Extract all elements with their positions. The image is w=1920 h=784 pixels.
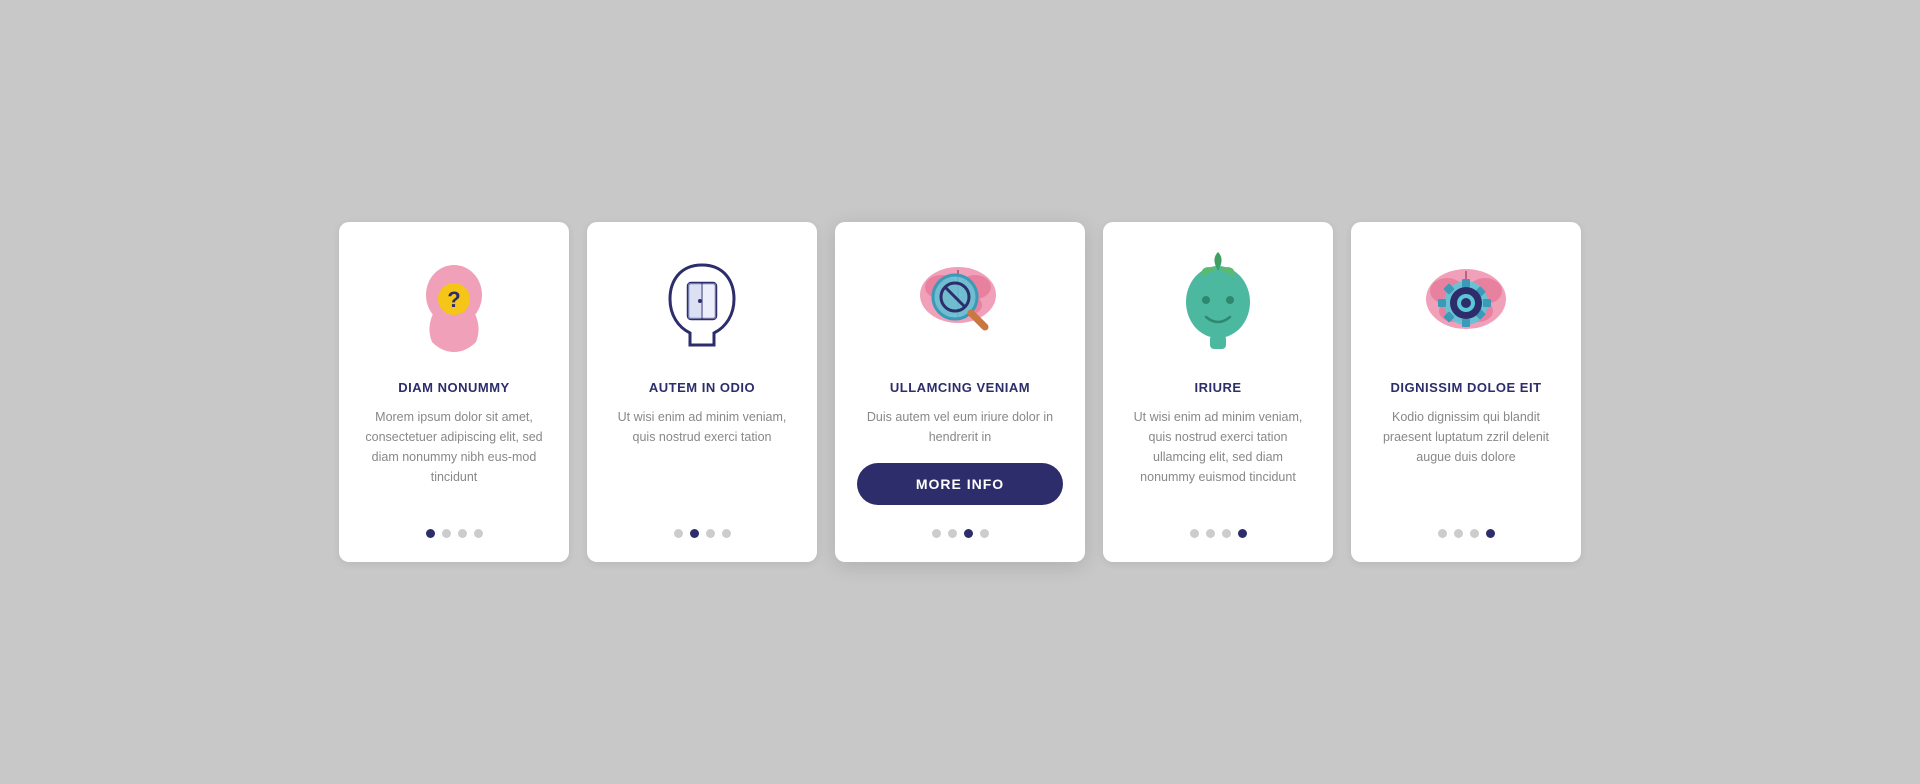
cards-container: ? DIAM NONUMMY Morem ipsum dolor sit ame… [279, 182, 1641, 602]
dot-1 [426, 529, 435, 538]
card-4-text: Ut wisi enim ad minim veniam, quis nostr… [1125, 407, 1311, 509]
card-1-text: Morem ipsum dolor sit amet, consectetuer… [361, 407, 547, 509]
card-1-dots [426, 529, 483, 538]
dot-2 [1206, 529, 1215, 538]
card-1-title: DIAM NONUMMY [398, 380, 509, 395]
card-5-title: DIGNISSIM DOLOE EIT [1390, 380, 1541, 395]
dot-2 [690, 529, 699, 538]
card-2-dots [674, 529, 731, 538]
card-3-icon [905, 252, 1015, 362]
card-2-title: AUTEM IN ODIO [649, 380, 755, 395]
more-info-button[interactable]: MORE INFO [857, 463, 1063, 505]
dot-1 [674, 529, 683, 538]
dot-4 [722, 529, 731, 538]
dot-1 [1190, 529, 1199, 538]
card-3-title: ULLAMCING VENIAM [890, 380, 1030, 395]
dot-3 [1222, 529, 1231, 538]
dot-4 [1238, 529, 1247, 538]
dot-3 [458, 529, 467, 538]
card-5: DIGNISSIM DOLOE EIT Kodio dignissim qui … [1351, 222, 1581, 562]
card-2: AUTEM IN ODIO Ut wisi enim ad minim veni… [587, 222, 817, 562]
card-3: ULLAMCING VENIAM Duis autem vel eum iriu… [835, 222, 1085, 562]
dot-3 [706, 529, 715, 538]
card-2-text: Ut wisi enim ad minim veniam, quis nostr… [609, 407, 795, 509]
card-1-icon: ? [399, 252, 509, 362]
dot-2 [442, 529, 451, 538]
dot-3 [964, 529, 973, 538]
svg-text:?: ? [447, 287, 460, 312]
dot-4 [1486, 529, 1495, 538]
card-1: ? DIAM NONUMMY Morem ipsum dolor sit ame… [339, 222, 569, 562]
dot-2 [948, 529, 957, 538]
card-4-title: IRIURE [1194, 380, 1241, 395]
card-4: IRIURE Ut wisi enim ad minim veniam, qui… [1103, 222, 1333, 562]
dot-4 [474, 529, 483, 538]
card-5-text: Kodio dignissim qui blandit praesent lup… [1373, 407, 1559, 509]
dot-3 [1470, 529, 1479, 538]
card-5-icon [1411, 252, 1521, 362]
dot-4 [980, 529, 989, 538]
dot-1 [1438, 529, 1447, 538]
card-4-dots [1190, 529, 1247, 538]
dot-2 [1454, 529, 1463, 538]
card-3-text: Duis autem vel eum iriure dolor in hendr… [857, 407, 1063, 447]
card-3-dots [932, 529, 989, 538]
card-4-icon [1163, 252, 1273, 362]
card-5-dots [1438, 529, 1495, 538]
dot-1 [932, 529, 941, 538]
card-2-icon [647, 252, 757, 362]
